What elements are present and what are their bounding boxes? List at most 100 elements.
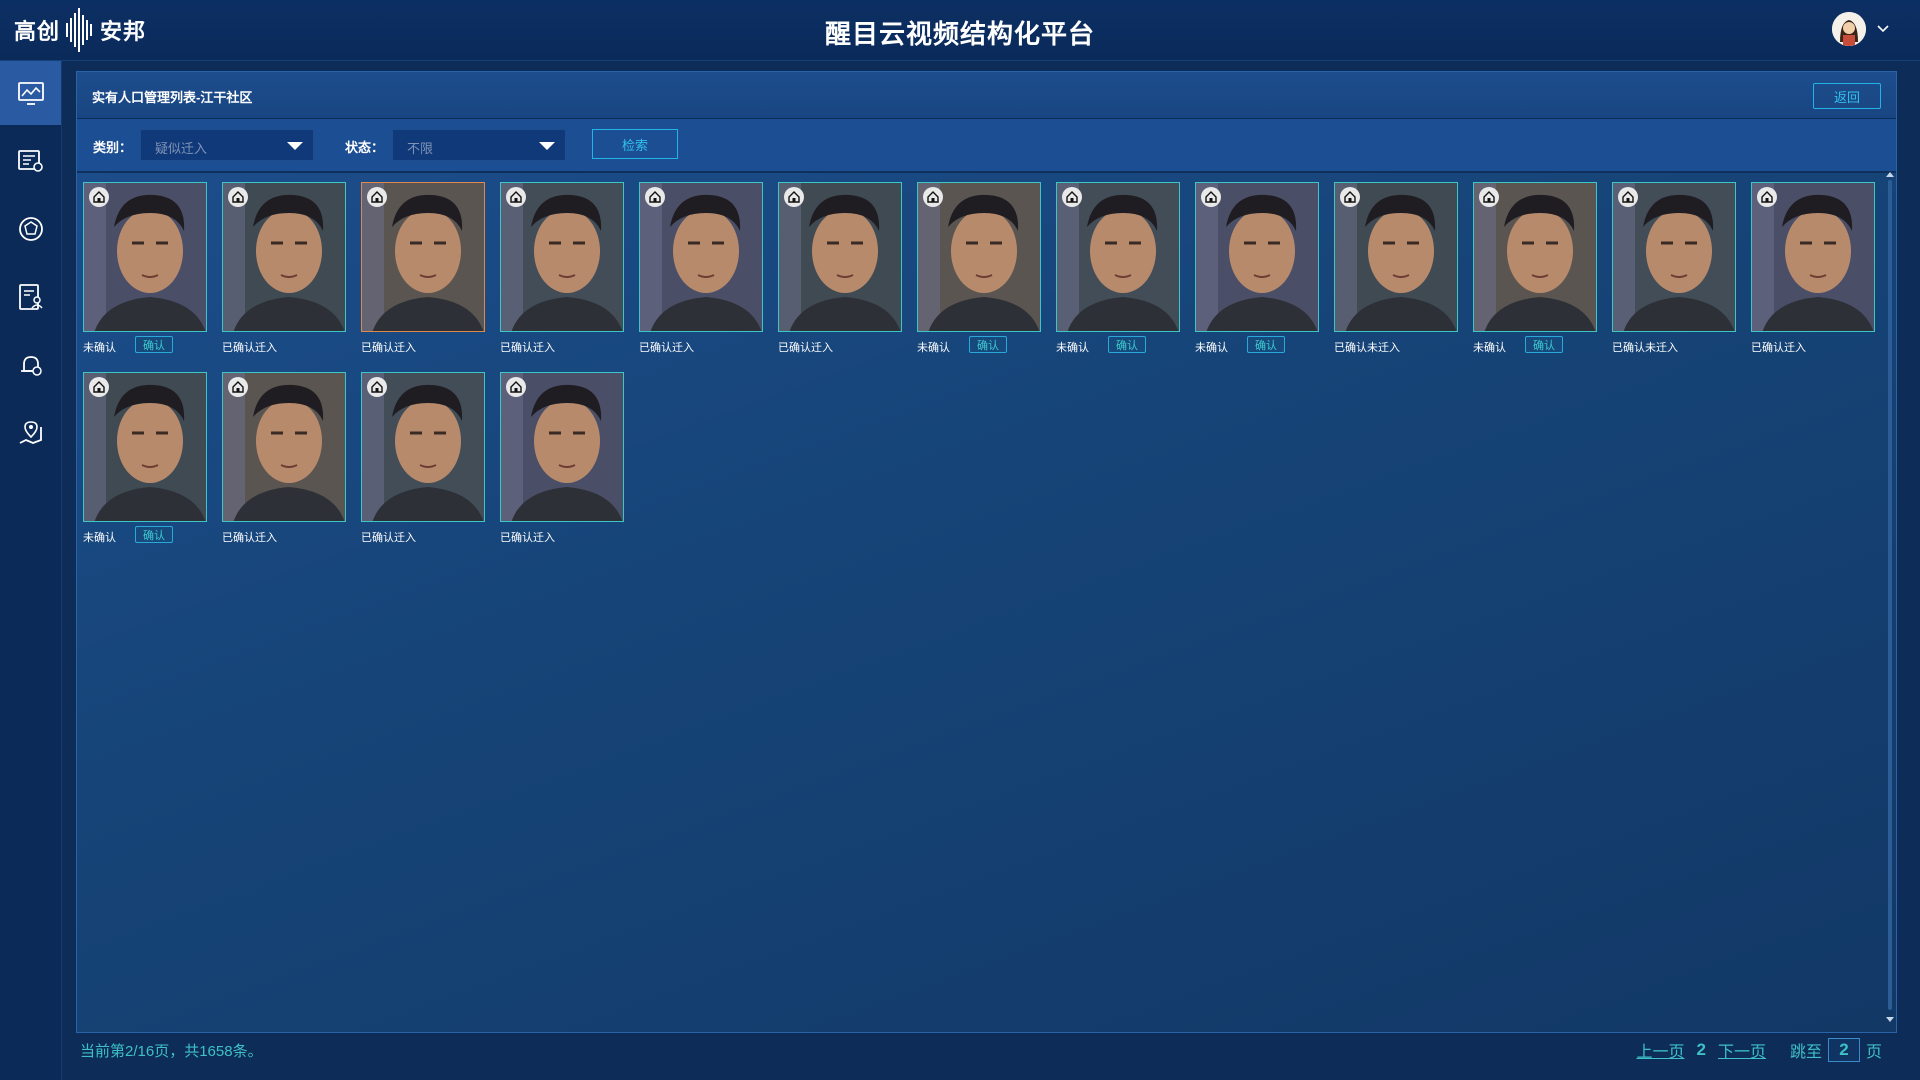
status-caption: 未确认 bbox=[1195, 342, 1228, 354]
house-icon bbox=[228, 187, 248, 207]
face-photo[interactable] bbox=[1195, 182, 1319, 332]
dropdown-arrow-icon bbox=[539, 142, 555, 150]
person-card[interactable]: 已确认迁入 bbox=[778, 182, 904, 354]
face-photo[interactable] bbox=[917, 182, 1041, 332]
confirm-button[interactable]: 确认 bbox=[1525, 336, 1563, 353]
confirm-button[interactable]: 确认 bbox=[135, 336, 173, 353]
pagination-info: 当前第2/16页，共1658条。 bbox=[80, 1043, 263, 1060]
status-caption: 已确认迁入 bbox=[778, 342, 833, 354]
jump-label: 跳至 bbox=[1789, 1044, 1822, 1061]
scroll-down-icon[interactable] bbox=[1886, 1017, 1894, 1022]
sidebar-item-person-list[interactable] bbox=[0, 265, 61, 329]
search-button[interactable]: 检索 bbox=[592, 129, 678, 159]
person-card[interactable]: 未确认 确认 bbox=[83, 182, 209, 354]
user-menu[interactable] bbox=[1832, 12, 1890, 46]
person-card[interactable]: 已确认迁入 bbox=[500, 372, 626, 544]
face-photo[interactable] bbox=[1612, 182, 1736, 332]
person-card[interactable]: 已确认迁入 bbox=[500, 182, 626, 354]
house-icon bbox=[367, 187, 387, 207]
person-card[interactable]: 未确认 确认 bbox=[83, 372, 209, 544]
person-card[interactable]: 已确认迁入 bbox=[1751, 182, 1877, 354]
next-page-link[interactable]: 下一页 bbox=[1718, 1038, 1766, 1062]
sidebar-item-alarm[interactable] bbox=[0, 333, 61, 397]
person-card[interactable]: 未确认 确认 bbox=[1473, 182, 1599, 354]
person-card[interactable]: 未确认 确认 bbox=[1056, 182, 1182, 354]
sidebar-item-map[interactable] bbox=[0, 401, 61, 465]
house-icon bbox=[1757, 187, 1777, 207]
confirm-button[interactable]: 确认 bbox=[135, 526, 173, 543]
confirm-button[interactable]: 确认 bbox=[1108, 336, 1146, 353]
status-caption: 已确认迁入 bbox=[500, 342, 555, 354]
face-photo[interactable] bbox=[778, 182, 902, 332]
category-label: 类别： bbox=[93, 140, 133, 155]
face-photo[interactable] bbox=[500, 182, 624, 332]
person-list-icon bbox=[18, 284, 43, 310]
status-caption: 未确认 bbox=[83, 532, 116, 544]
house-icon bbox=[1062, 187, 1082, 207]
face-photo[interactable] bbox=[1056, 182, 1180, 332]
face-photo[interactable] bbox=[500, 372, 624, 522]
face-photo[interactable] bbox=[361, 372, 485, 522]
face-photo[interactable] bbox=[1751, 182, 1875, 332]
status-caption: 已确认迁入 bbox=[639, 342, 694, 354]
person-card[interactable]: 已确认迁入 bbox=[361, 182, 487, 354]
person-card[interactable]: 已确认迁入 bbox=[222, 182, 348, 354]
population-panel: 实有人口管理列表-江干社区 返回 类别： 疑似迁入 状态： 不限 检索 未确认确… bbox=[76, 71, 1897, 1033]
chevron-down-icon[interactable] bbox=[1876, 22, 1890, 36]
current-page: 2 bbox=[1696, 1040, 1706, 1059]
prev-page-link[interactable]: 上一页 bbox=[1636, 1038, 1684, 1062]
status-caption: 已确认迁入 bbox=[361, 342, 416, 354]
house-icon bbox=[89, 187, 109, 207]
alarm-icon bbox=[20, 356, 42, 376]
person-card[interactable]: 已确认迁入 bbox=[222, 372, 348, 544]
face-photo[interactable] bbox=[222, 372, 346, 522]
scrollbar[interactable] bbox=[1886, 172, 1894, 1022]
sidebar-item-monitor[interactable] bbox=[0, 61, 61, 125]
house-icon bbox=[1618, 187, 1638, 207]
app-title: 醒目云视频结构化平台 bbox=[824, 19, 1095, 49]
status-caption: 已确认迁入 bbox=[222, 342, 277, 354]
person-card[interactable]: 已确认迁入 bbox=[361, 372, 487, 544]
confirm-button[interactable]: 确认 bbox=[969, 336, 1007, 353]
scroll-up-icon[interactable] bbox=[1886, 172, 1894, 177]
jump-page-input[interactable]: 2 bbox=[1827, 1038, 1860, 1062]
face-photo[interactable] bbox=[639, 182, 763, 332]
avatar[interactable] bbox=[1832, 12, 1866, 46]
house-icon bbox=[1201, 187, 1221, 207]
sidebar-item-device-settings[interactable] bbox=[0, 129, 61, 193]
map-icon bbox=[19, 421, 42, 444]
panel-title: 实有人口管理列表-江干社区 bbox=[92, 90, 253, 105]
status-caption: 已确认迁入 bbox=[361, 532, 416, 544]
category-value: 疑似迁入 bbox=[155, 141, 208, 156]
top-bar: 高创 安邦 醒目云视频结构化平台 bbox=[0, 0, 1920, 61]
face-recognition-icon bbox=[18, 217, 43, 241]
status-select[interactable]: 不限 bbox=[392, 129, 566, 161]
person-card[interactable]: 未确认 确认 bbox=[1195, 182, 1321, 354]
page-suffix: 页 bbox=[1865, 1044, 1882, 1061]
status-caption: 未确认 bbox=[1056, 342, 1089, 354]
back-button[interactable]: 返回 bbox=[1813, 83, 1881, 109]
status-caption: 未确认 bbox=[917, 342, 950, 354]
status-label: 状态： bbox=[345, 140, 385, 155]
face-photo[interactable] bbox=[1473, 182, 1597, 332]
face-photo[interactable] bbox=[361, 182, 485, 332]
status-value: 不限 bbox=[407, 141, 434, 156]
dropdown-arrow-icon bbox=[287, 142, 303, 150]
status-caption: 已确认未迁入 bbox=[1334, 342, 1400, 354]
house-icon bbox=[1340, 187, 1360, 207]
face-photo[interactable] bbox=[1334, 182, 1458, 332]
category-select[interactable]: 疑似迁入 bbox=[140, 129, 314, 161]
person-card[interactable]: 已确认未迁入 bbox=[1334, 182, 1460, 354]
face-photo[interactable] bbox=[83, 182, 207, 332]
confirm-button[interactable]: 确认 bbox=[1247, 336, 1285, 353]
house-icon bbox=[89, 377, 109, 397]
status-caption: 已确认迁入 bbox=[500, 532, 555, 544]
filter-bar: 类别： 疑似迁入 状态： 不限 检索 bbox=[77, 119, 1896, 173]
sidebar-item-face-recognition[interactable] bbox=[0, 197, 61, 261]
face-photo[interactable] bbox=[83, 372, 207, 522]
person-card[interactable]: 已确认迁入 bbox=[639, 182, 765, 354]
scroll-track[interactable] bbox=[1888, 180, 1892, 1010]
face-photo[interactable] bbox=[222, 182, 346, 332]
person-card[interactable]: 未确认 确认 bbox=[917, 182, 1043, 354]
person-card[interactable]: 已确认未迁入 bbox=[1612, 182, 1738, 354]
